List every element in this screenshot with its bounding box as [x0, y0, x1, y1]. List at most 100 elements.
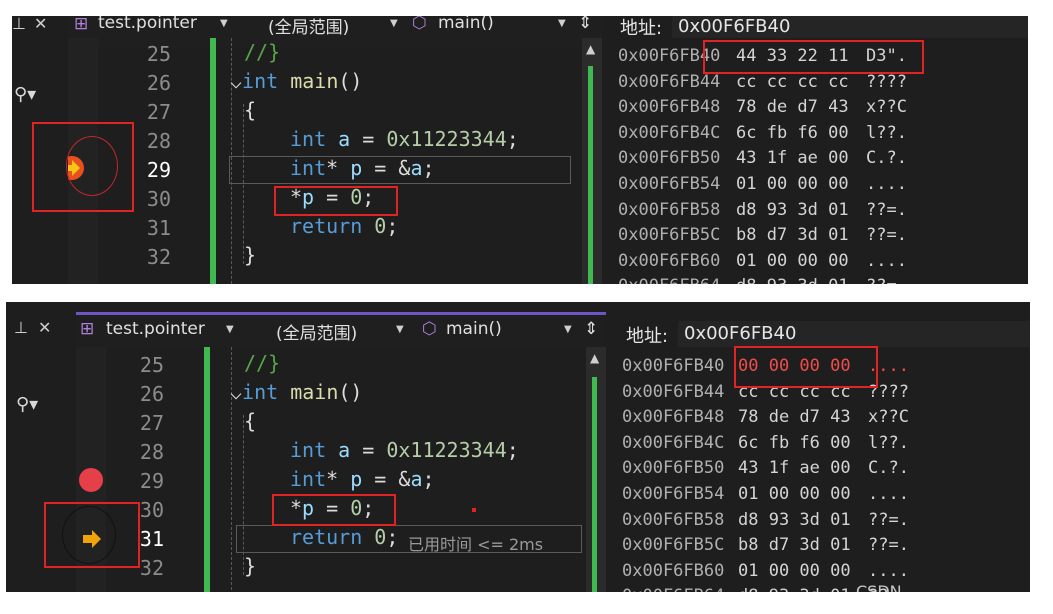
memory-bytes[interactable]: 78 de d7 43	[736, 97, 849, 117]
memory-ascii: ??=.	[868, 509, 909, 530]
chevron-down-icon[interactable]: ▼	[390, 18, 398, 29]
code-editor: ⊞ test.pointer ▼ (全局范围) ▼ ⬡ main() ▼ ⇕ 2…	[76, 312, 606, 592]
memory-bytes[interactable]: 6c fb f6 00	[738, 433, 851, 453]
memory-bytes[interactable]: 01 00 00 00	[738, 561, 851, 581]
memory-bytes[interactable]: 01 00 00 00	[736, 251, 849, 271]
memory-address: 0x00F6FB64	[618, 276, 720, 284]
function-combo[interactable]: main()	[438, 16, 494, 33]
memory-bytes[interactable]: 01 00 00 00	[736, 174, 849, 194]
semicolon-token: ;	[386, 214, 399, 238]
comment-token: //}	[244, 40, 281, 64]
number-token: 0	[374, 525, 387, 549]
editor-navigation-bar: ⊞ test.pointer ▼ (全局范围) ▼ ⬡ main() ▼ ⇕	[76, 315, 606, 347]
memory-ascii: C.?.	[868, 458, 909, 479]
number-token: 0x11223344	[386, 438, 507, 462]
variable-token: p	[350, 156, 363, 180]
address-input[interactable]: 0x00F6FB40	[672, 16, 1028, 38]
memory-address: 0x00F6FB4C	[618, 122, 721, 143]
split-icon[interactable]: ⇕	[584, 319, 598, 339]
code-line-26: ⌵int main()	[230, 380, 363, 404]
code-line-29: int* p = &a;	[290, 156, 435, 180]
chevron-down-icon[interactable]: ▼	[396, 324, 404, 335]
memory-address: 0x00F6FB5C	[618, 225, 721, 246]
annotation-box-assignment	[274, 186, 398, 216]
keyword-token: int	[290, 467, 327, 491]
chevron-down-icon[interactable]: ▼	[564, 324, 572, 335]
memory-address: 0x00F6FB50	[618, 148, 721, 169]
scope-combo[interactable]: (全局范围)	[276, 319, 357, 344]
pin-icon[interactable]: ⊥	[12, 16, 26, 33]
memory-address: 0x00F6FB40	[622, 356, 725, 376]
scroll-up-arrow-icon[interactable]: ▲	[590, 351, 599, 365]
close-icon[interactable]: ✕	[38, 318, 51, 337]
close-icon[interactable]: ✕	[34, 16, 47, 33]
chevron-down-icon[interactable]: ▼	[220, 18, 228, 29]
memory-bytes[interactable]: d8 93 3d 01	[736, 276, 849, 284]
operator-token: =	[350, 127, 387, 151]
brace-token: {	[244, 409, 257, 433]
code-line-31: return 0;	[290, 214, 398, 238]
file-icon: ⊞	[74, 16, 89, 34]
memory-ascii: l??.	[866, 122, 907, 143]
memory-bytes[interactable]: d8 93 3d 01	[738, 586, 851, 592]
memory-bytes[interactable]: 43 1f ae 00	[738, 458, 851, 478]
keyword-token: int	[290, 127, 327, 151]
scroll-up-arrow-icon[interactable]: ▲	[586, 42, 595, 56]
memory-bytes[interactable]: 6c fb f6 00	[736, 123, 849, 143]
memory-bytes[interactable]: 43 1f ae 00	[736, 148, 849, 168]
chevron-down-icon[interactable]: ▼	[226, 324, 234, 335]
search-icon[interactable]: ⚲▾	[16, 394, 38, 415]
address-input[interactable]: 0x00F6FB40	[678, 321, 1030, 347]
code-editor: ⊞ test.pointer ▼ (全局范围) ▼ ⬡ main() ▼ ⇕ 2…	[68, 16, 602, 284]
memory-bytes[interactable]: cc cc cc cc	[736, 72, 849, 92]
variable-token: a	[410, 156, 423, 180]
memory-address: 0x00F6FB58	[622, 509, 725, 530]
memory-address: 0x00F6FB5C	[622, 535, 725, 556]
memory-ascii: ....	[866, 250, 907, 271]
breakpoint-icon[interactable]	[78, 467, 104, 493]
chevron-down-icon[interactable]: ▼	[558, 18, 566, 29]
change-tracking-bar	[204, 347, 210, 592]
memory-bytes[interactable]: 01 00 00 00	[738, 484, 851, 504]
memory-ascii: ??=.	[866, 199, 907, 220]
project-combo[interactable]: test.pointer	[106, 319, 205, 339]
split-icon[interactable]: ⇕	[578, 16, 592, 33]
variable-token: a	[410, 467, 423, 491]
pin-icon[interactable]: ⊥	[14, 318, 28, 337]
memory-bytes[interactable]: 78 de d7 43	[738, 407, 851, 427]
file-icon: ⊞	[80, 319, 95, 339]
memory-address: 0x00F6FB64	[622, 586, 724, 592]
bottom-debug-snapshot: ⊥ ✕ ⚲▾ ⊞ test.pointer ▼ (全局范围) ▼ ⬡ main(…	[6, 302, 1030, 592]
cube-icon: ⬡	[412, 16, 427, 33]
memory-bytes[interactable]: d8 93 3d 01	[736, 200, 849, 220]
scrollbar-change-marker	[592, 377, 597, 592]
memory-ascii: ??=.	[866, 276, 907, 284]
keyword-token: int	[290, 438, 327, 462]
memory-address: 0x00F6FB60	[622, 560, 725, 581]
line-number: 31	[146, 216, 171, 240]
red-dot-marker	[472, 508, 476, 512]
function-combo[interactable]: main()	[446, 319, 502, 339]
project-combo[interactable]: test.pointer	[98, 16, 197, 33]
keyword-token: return	[290, 214, 363, 238]
memory-bytes[interactable]: d8 93 3d 01	[738, 510, 851, 530]
code-line-28: int a = 0x11223344;	[290, 127, 519, 151]
memory-bytes[interactable]: b8 d7 3d 01	[738, 535, 851, 555]
perf-tip[interactable]: 已用时间 <= 2ms	[408, 531, 543, 555]
semicolon-token: ;	[506, 127, 519, 151]
memory-address: 0x00F6FB4C	[622, 432, 725, 453]
search-icon[interactable]: ⚲▾	[14, 84, 36, 105]
code-line-26: ⌵int main()	[230, 69, 363, 93]
memory-ascii: ??=.	[868, 535, 909, 556]
annotation-circle	[62, 506, 116, 564]
pointer-token: *	[326, 467, 351, 491]
code-line-27: {	[244, 98, 256, 122]
operator-token: = &	[362, 467, 411, 491]
scrollbar-change-marker	[588, 66, 593, 284]
scope-combo[interactable]: (全局范围)	[268, 16, 349, 38]
memory-ascii: l??.	[868, 432, 909, 453]
number-token: 0	[374, 214, 387, 238]
memory-bytes[interactable]: b8 d7 3d 01	[736, 225, 849, 245]
code-line-31: return 0;	[290, 525, 398, 549]
annotation-box-memory	[734, 346, 878, 388]
